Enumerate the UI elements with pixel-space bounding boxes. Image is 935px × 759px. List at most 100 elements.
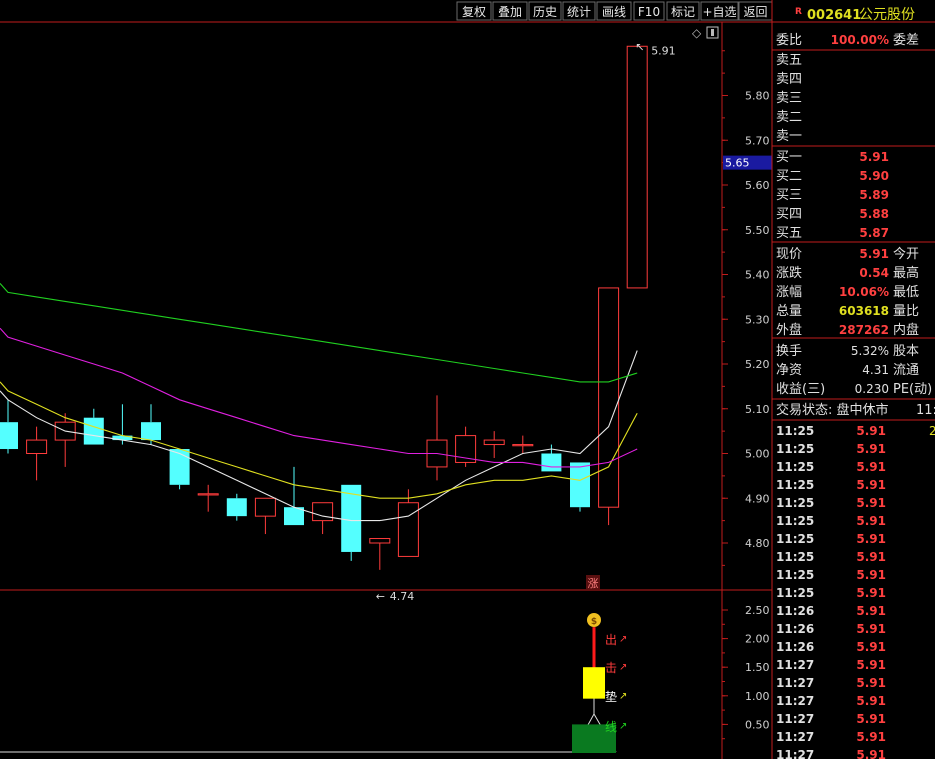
price-tick-label: 5.20 <box>745 358 770 371</box>
buy-level-price: 5.90 <box>859 169 889 183</box>
toolbar-button-3[interactable]: 统计 <box>562 1 596 21</box>
toolbar-button-0[interactable]: 复权 <box>456 1 492 21</box>
tick-price: 5.91 <box>856 424 886 438</box>
price-tick-label: 5.00 <box>745 448 770 461</box>
price-tick-label: 4.80 <box>745 537 770 550</box>
stat2-right-label: 股本 <box>893 344 919 359</box>
candle-body <box>369 538 391 544</box>
stat-value: 5.91 <box>859 247 889 261</box>
candle[interactable] <box>341 484 362 561</box>
price-tick-label: 4.90 <box>745 492 770 505</box>
tick-time: 11:25 <box>776 460 814 474</box>
stat-value: 10.06% <box>839 285 889 299</box>
tick-time: 11:27 <box>776 730 814 744</box>
toolbar-button-label[interactable]: F10 <box>638 5 660 19</box>
toolbar-button-6[interactable]: 标记 <box>666 1 700 21</box>
buy-level-price: 5.87 <box>859 226 889 240</box>
indicator-tick-label: 1.00 <box>745 690 770 703</box>
toolbar-button-label[interactable]: 复权 <box>462 5 486 19</box>
tick-price: 5.91 <box>856 658 886 672</box>
toolbar-button-8[interactable]: 返回 <box>738 1 773 21</box>
tick-time: 11:25 <box>776 424 814 438</box>
stat2-value: 4.31 <box>862 363 889 377</box>
price-tick-label: 5.60 <box>745 179 770 192</box>
low-arrow: ← <box>376 590 385 603</box>
stock-code: 002641 <box>807 8 861 23</box>
tick-price: 5.91 <box>856 622 886 636</box>
toolbar-button-2[interactable]: 历史 <box>528 1 562 21</box>
tick-time: 11:27 <box>776 658 814 672</box>
candle-body <box>169 449 190 485</box>
tick-time: 11:25 <box>776 532 814 546</box>
current-price-label: 5.65 <box>725 157 750 170</box>
indicator-tick-label: 0.50 <box>745 718 770 731</box>
toolbar-button-1[interactable]: 叠加 <box>492 1 528 21</box>
tick-price: 5.91 <box>856 568 886 582</box>
stat-label: 涨跌 <box>776 265 802 281</box>
tick-price: 5.91 <box>856 712 886 726</box>
tick-price: 5.91 <box>856 442 886 456</box>
candle-body <box>226 498 247 517</box>
stat-label: 涨幅 <box>776 285 802 300</box>
candle-body <box>570 462 590 508</box>
tick-time: 11:27 <box>776 694 814 708</box>
high-arrow: ↖ <box>635 40 644 53</box>
indicator-tick-label: 1.50 <box>745 661 770 674</box>
tick-price: 5.91 <box>856 496 886 510</box>
price-tick-label: 5.30 <box>745 313 770 326</box>
signal-arrow-icon: ↗ <box>619 721 627 732</box>
toolbar-button-label[interactable]: 返回 <box>743 5 767 19</box>
sell-level-label: 卖三 <box>776 91 802 106</box>
tick-time: 11:26 <box>776 604 814 618</box>
stat2-value: 0.230 <box>855 382 889 396</box>
toolbar-button-4[interactable]: 画线 <box>596 1 632 21</box>
stat-label: 外盘 <box>776 322 802 338</box>
toolbar-button-label[interactable]: 标记 <box>671 5 695 19</box>
buy-level-label: 买五 <box>776 226 802 241</box>
candle[interactable] <box>169 449 190 490</box>
stock-chart-window: 复权 叠加 历史 统计 画线 F10 标记 +自选 返回 ↖ 5.91 ← 4.74 涨 5.80 5.7… <box>0 0 935 759</box>
signal-label: 垫 <box>605 689 617 704</box>
sell-level-label: 卖二 <box>776 110 802 125</box>
toolbar-button-label[interactable]: 统计 <box>567 5 591 19</box>
stat-right-label: 最高 <box>893 265 919 281</box>
toolbar-button-label[interactable]: 历史 <box>533 5 557 19</box>
tick-time: 11:25 <box>776 478 814 492</box>
stat2-right-label: 流通 <box>893 363 919 378</box>
tick-time: 11:26 <box>776 640 814 654</box>
stat2-right-label: PE(动) <box>893 382 932 397</box>
toolbar-button-label[interactable]: 叠加 <box>498 5 522 19</box>
tick-time: 11:25 <box>776 514 814 528</box>
buy-level-price: 5.89 <box>859 188 889 202</box>
tick-price: 5.91 <box>856 730 886 744</box>
tick-time: 11:27 <box>776 676 814 690</box>
stat2-value: 5.32% <box>851 344 889 358</box>
signal-arrow-icon: ↗ <box>619 691 627 702</box>
price-tick-label: 5.40 <box>745 269 770 282</box>
buy-level-label: 买三 <box>776 188 802 203</box>
candle-body <box>26 439 48 455</box>
stat2-label: 收益(三) <box>776 382 825 397</box>
diamond-icon[interactable]: ◇ <box>692 26 702 40</box>
buy-level-label: 买一 <box>776 150 802 165</box>
candle-body <box>598 287 620 508</box>
sell-level-label: 卖四 <box>776 72 802 87</box>
candle[interactable] <box>626 45 648 289</box>
toolbar-button-5[interactable]: F10 <box>633 1 665 21</box>
candle-body <box>0 422 18 450</box>
candle-body <box>397 502 419 557</box>
candle[interactable] <box>570 462 590 512</box>
stat-label: 现价 <box>776 247 802 262</box>
trade-status-time: 11: <box>916 403 935 418</box>
low-price-label: 4.74 <box>390 590 415 603</box>
sell-level-label: 卖五 <box>776 53 802 68</box>
tick-time: 11:25 <box>776 568 814 582</box>
tick-time: 11:27 <box>776 712 814 726</box>
toolbar-button-7[interactable]: +自选 <box>700 1 739 21</box>
toolbar-button-label[interactable]: +自选 <box>702 5 736 19</box>
tick-price: 5.91 <box>856 748 886 759</box>
indicator-tick-label: 2.00 <box>745 633 770 646</box>
toolbar-button-label[interactable]: 画线 <box>602 5 626 19</box>
tick-price: 5.91 <box>856 460 886 474</box>
sell-level-label: 卖一 <box>776 129 802 144</box>
